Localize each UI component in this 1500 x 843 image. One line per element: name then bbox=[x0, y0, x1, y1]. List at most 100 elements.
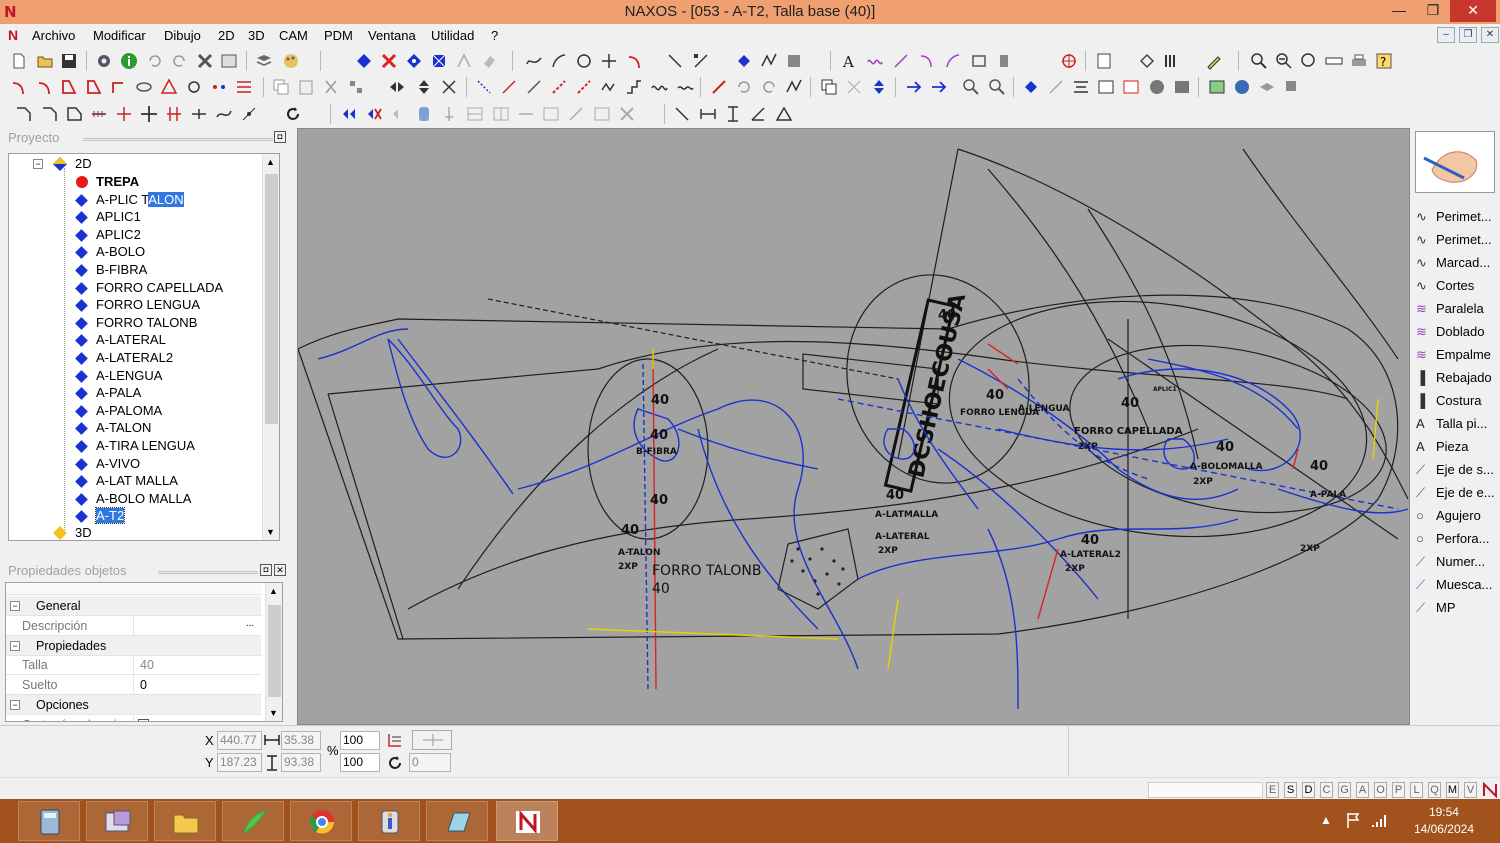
clock[interactable]: 19:54 14/06/2024 bbox=[1414, 804, 1474, 838]
text-tool-icon[interactable]: A bbox=[840, 52, 858, 70]
faded-icon[interactable] bbox=[390, 105, 408, 123]
dash-red2-icon[interactable] bbox=[575, 78, 593, 96]
dots-icon[interactable] bbox=[210, 78, 228, 96]
status-key-d[interactable]: D bbox=[1302, 782, 1315, 798]
rotate2-icon[interactable] bbox=[760, 78, 778, 96]
piece-diamond-icon[interactable] bbox=[405, 52, 423, 70]
cut-icon[interactable] bbox=[322, 78, 340, 96]
palette-item-paralela[interactable]: ≋ Paralela bbox=[1416, 301, 1484, 323]
help-icon[interactable]: ? bbox=[1375, 52, 1393, 70]
open-folder-icon[interactable] bbox=[36, 52, 54, 70]
menu-modificar[interactable]: Modificar bbox=[93, 28, 146, 43]
delete-red-icon[interactable] bbox=[380, 52, 398, 70]
wave-tool-icon[interactable] bbox=[866, 52, 884, 70]
taskbar-explorer-tools[interactable] bbox=[86, 801, 148, 841]
undo-icon[interactable] bbox=[146, 52, 164, 70]
measure-h-icon[interactable] bbox=[699, 105, 717, 123]
taskbar-notes[interactable] bbox=[426, 801, 488, 841]
zoom-all-icon[interactable] bbox=[1300, 52, 1318, 70]
menu-dibujo[interactable]: Dibujo bbox=[164, 28, 201, 43]
corner-red-icon[interactable] bbox=[110, 78, 128, 96]
digitize-icon[interactable] bbox=[455, 52, 473, 70]
gray-line-icon[interactable] bbox=[525, 78, 543, 96]
rotate-icon[interactable] bbox=[735, 78, 753, 96]
palette-item-eje-de-s[interactable]: ⟋ Eje de s... bbox=[1416, 462, 1494, 484]
status-key-g[interactable]: G bbox=[1338, 782, 1351, 798]
shape-red-icon[interactable] bbox=[60, 78, 78, 96]
properties-scrollbar[interactable]: ▲ ▼ bbox=[265, 583, 282, 721]
point-diamond-icon[interactable] bbox=[1022, 78, 1040, 96]
scale-y-field[interactable]: 100 bbox=[340, 753, 380, 772]
palette-item-cortes[interactable]: ∿ Cortes bbox=[1416, 278, 1474, 300]
y-coordinate-field[interactable]: 187.23 bbox=[217, 753, 262, 772]
trace2-icon[interactable] bbox=[785, 78, 803, 96]
notch-tool-icon[interactable] bbox=[918, 52, 936, 70]
stack-icon[interactable] bbox=[1283, 78, 1301, 96]
menu-ventana[interactable]: Ventana bbox=[368, 28, 416, 43]
split-line-icon[interactable] bbox=[517, 105, 535, 123]
wave-icon[interactable] bbox=[650, 78, 668, 96]
circle-tool-icon[interactable] bbox=[575, 52, 593, 70]
status-key-o[interactable]: O bbox=[1374, 782, 1387, 798]
property-value[interactable]: 0 bbox=[133, 675, 261, 695]
rectangle-tool-icon[interactable] bbox=[970, 52, 988, 70]
corner2-icon[interactable] bbox=[40, 105, 58, 123]
eraser-icon[interactable] bbox=[480, 52, 498, 70]
tray-up-arrow-icon[interactable]: ▲ bbox=[1320, 813, 1332, 827]
menu-pdm[interactable]: PDM bbox=[324, 28, 353, 43]
menu-cam[interactable]: CAM bbox=[279, 28, 308, 43]
menu-help[interactable]: ? bbox=[491, 28, 498, 43]
flag-icon[interactable] bbox=[1345, 811, 1363, 829]
flip-icon[interactable] bbox=[415, 78, 433, 96]
scroll-down-icon[interactable]: ▼ bbox=[266, 527, 275, 537]
node-edit-icon[interactable] bbox=[692, 52, 710, 70]
panel-pin-icon[interactable]: ◘ bbox=[274, 131, 286, 143]
palette-item-agujero[interactable]: ○ Agujero bbox=[1416, 508, 1481, 530]
grid-icon[interactable] bbox=[235, 78, 253, 96]
database-icon[interactable] bbox=[415, 105, 433, 123]
hatch-icon[interactable] bbox=[90, 105, 108, 123]
project-tree-scrollbar[interactable]: ▲ ▼ bbox=[262, 154, 279, 540]
resize-piece-icon[interactable] bbox=[430, 52, 448, 70]
palette-item-numer[interactable]: ⟋ Numer... bbox=[1416, 554, 1485, 576]
panel-restore-icon[interactable]: ◘ bbox=[260, 564, 272, 576]
save-icon[interactable] bbox=[60, 52, 78, 70]
info-icon[interactable] bbox=[120, 52, 138, 70]
ellipse-icon[interactable] bbox=[135, 78, 153, 96]
x-coordinate-field[interactable]: 440.77 bbox=[217, 731, 262, 750]
x-gray-icon[interactable] bbox=[618, 105, 636, 123]
mdi-close-button[interactable]: ✕ bbox=[1481, 27, 1499, 43]
fold-tool-icon[interactable] bbox=[944, 52, 962, 70]
node-icon[interactable] bbox=[240, 105, 258, 123]
pattern-icon[interactable] bbox=[347, 78, 365, 96]
rotation-field[interactable]: 0 bbox=[409, 753, 451, 772]
collapse-section-icon[interactable]: − bbox=[10, 601, 20, 611]
knife-icon[interactable] bbox=[710, 78, 728, 96]
cross-red-icon[interactable] bbox=[115, 105, 133, 123]
grading-icon[interactable] bbox=[1138, 52, 1156, 70]
tab-shape-icon[interactable] bbox=[65, 105, 83, 123]
point-tool-icon[interactable] bbox=[600, 52, 618, 70]
settings-gear-icon[interactable] bbox=[95, 52, 113, 70]
palette-item-perimet[interactable]: ∿ Perimet... bbox=[1416, 232, 1492, 254]
frame-icon[interactable] bbox=[542, 105, 560, 123]
notch-icon[interactable] bbox=[190, 105, 208, 123]
properties-icon[interactable] bbox=[220, 52, 238, 70]
description-browse-button[interactable]: ... bbox=[242, 618, 258, 633]
split-icon[interactable] bbox=[440, 78, 458, 96]
tray-icon[interactable] bbox=[1258, 78, 1276, 96]
mirror-icon[interactable] bbox=[388, 78, 406, 96]
arc2-red-icon[interactable] bbox=[36, 78, 54, 96]
redo-icon[interactable] bbox=[170, 52, 188, 70]
collapse-section-icon[interactable]: − bbox=[10, 700, 20, 710]
scale-x-field[interactable]: 100 bbox=[340, 731, 380, 750]
ruler-icon[interactable] bbox=[1325, 52, 1343, 70]
palette-item-empalme[interactable]: ≋ Empalme bbox=[1416, 347, 1491, 369]
menu-2d[interactable]: 2D bbox=[218, 28, 235, 43]
scale-icon[interactable] bbox=[845, 78, 863, 96]
triangle-icon[interactable] bbox=[160, 78, 178, 96]
collapse-icon[interactable]: − bbox=[33, 159, 43, 169]
trace-icon[interactable] bbox=[760, 52, 778, 70]
taskbar-file-explorer[interactable] bbox=[154, 801, 216, 841]
status-key-l[interactable]: L bbox=[1410, 782, 1423, 798]
